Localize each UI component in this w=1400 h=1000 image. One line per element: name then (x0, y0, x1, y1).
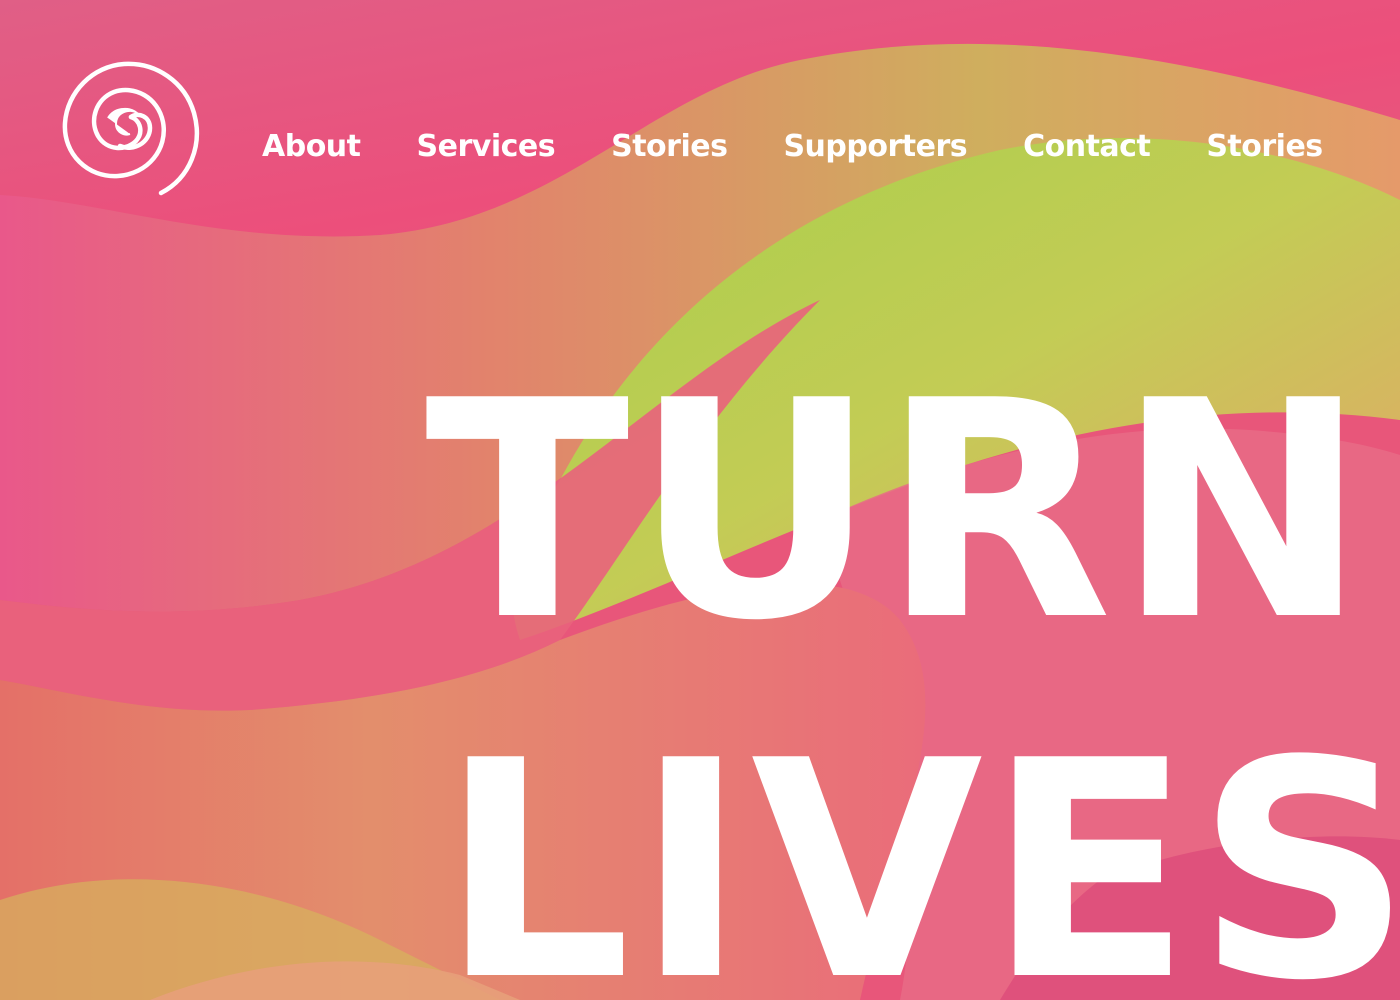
nav-contact[interactable]: Contact (1023, 129, 1151, 164)
nav-services[interactable]: Services (417, 129, 556, 164)
hero-headline-line-2: LIVES (440, 697, 1400, 1000)
nav-stories-2[interactable]: Stories (1206, 129, 1323, 164)
nav-stories[interactable]: Stories (611, 129, 728, 164)
main-nav: About Services Stories Supporters Contac… (262, 124, 1323, 168)
spiral-icon[interactable] (58, 50, 203, 198)
hero-headline-line-1: TURN (425, 337, 1372, 686)
nav-supporters[interactable]: Supporters (783, 129, 967, 164)
page: About Services Stories Supporters Contac… (0, 0, 1400, 1000)
nav-about[interactable]: About (262, 129, 361, 164)
